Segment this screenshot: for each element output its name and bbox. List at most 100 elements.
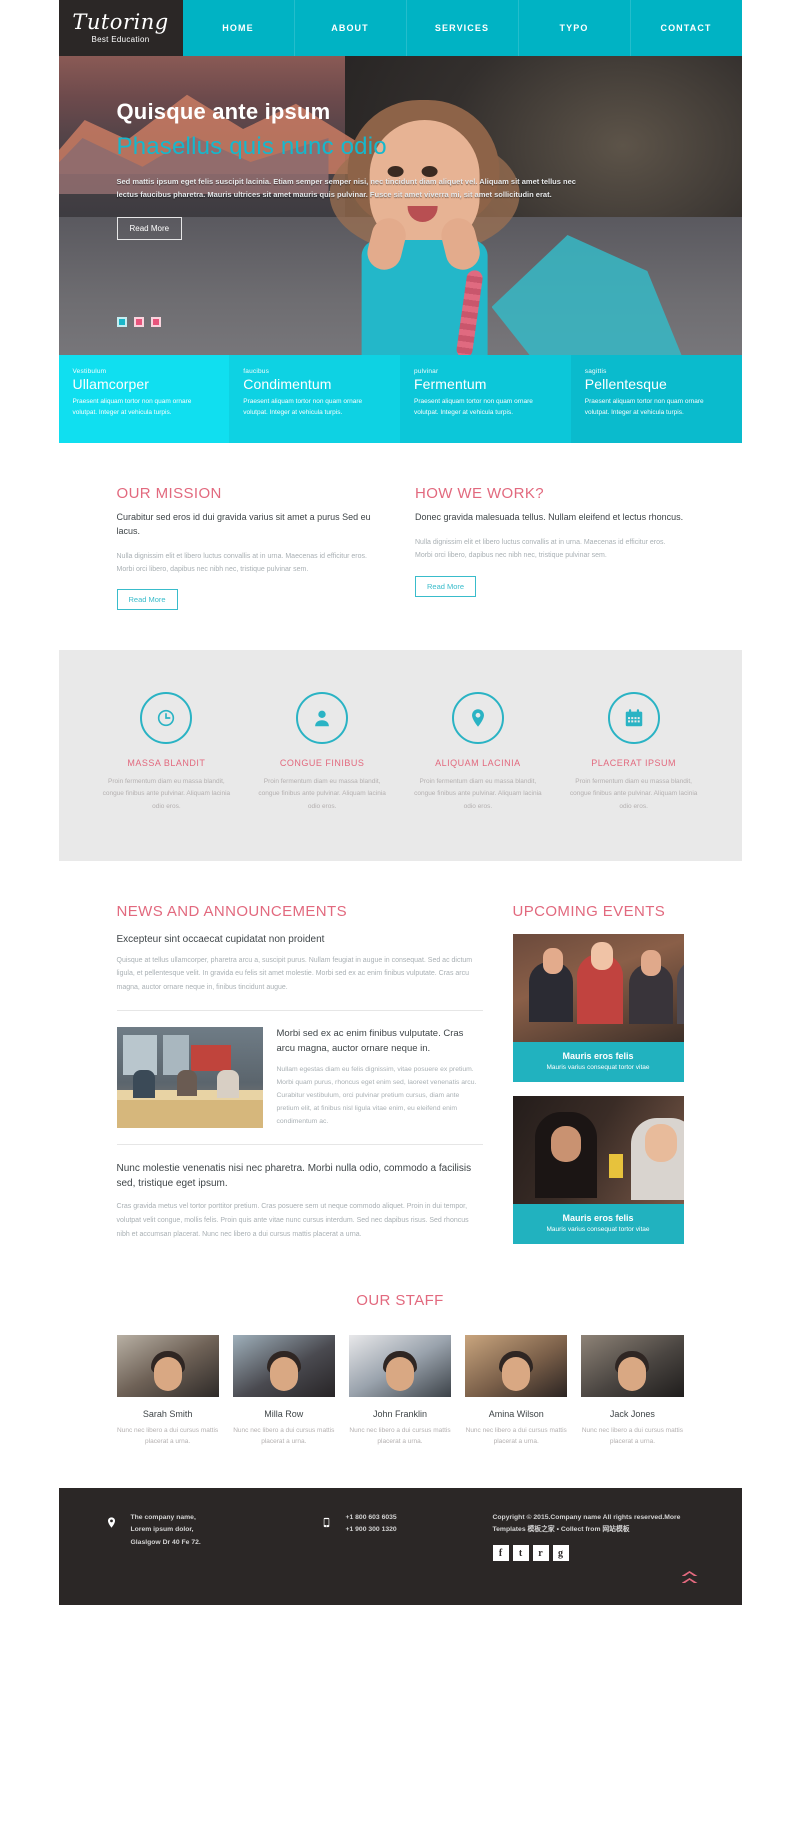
service-item-1[interactable]: MASSA BLANDIT Proin fermentum diam eu ma… (89, 692, 245, 812)
rss-icon[interactable]: r (532, 1545, 549, 1562)
staff-name: John Franklin (372, 1408, 428, 1419)
staff-name: Sarah Smith (142, 1408, 193, 1419)
service-item-2[interactable]: CONGUE FINIBUS Proin fermentum diam eu m… (244, 692, 400, 812)
feature-description: Praesent aliquam tortor non quam ornare … (72, 398, 192, 416)
nav-item-services[interactable]: SERVICES (407, 0, 519, 56)
hero-paragraph: Sed mattis ipsum eget felis suscipit lac… (116, 177, 576, 200)
staff-member-4[interactable]: Amina Wilson Nunc nec libero a dui cursu… (465, 1334, 568, 1448)
site-footer: The company name, Lorem ipsum dolor, Gla… (58, 1487, 742, 1606)
footer-phone-text: +1 800 603 6035 +1 900 300 1320 (345, 1513, 397, 1534)
staff-heading: OUR STAFF (356, 1291, 444, 1309)
calendar-icon (607, 692, 660, 745)
map-pin-icon (451, 692, 504, 745)
nav-item-contact[interactable]: CONTACT (631, 0, 742, 56)
feature-title: Pellentesque (584, 376, 667, 392)
service-item-3[interactable]: ALIQUAM LACINIA Proin fermentum diam eu … (400, 692, 556, 812)
news-and-events-section: NEWS AND ANNOUNCEMENTS Excepteur sint oc… (59, 861, 742, 1244)
twitter-icon[interactable]: t (512, 1545, 529, 1562)
service-title: MASSA BLANDIT (127, 758, 206, 769)
how-we-work-read-more-button[interactable]: Read More (415, 575, 477, 597)
staff-member-5[interactable]: Jack Jones Nunc nec libero a dui cursus … (581, 1334, 684, 1448)
feature-card-4[interactable]: sagittis Pellentesque Praesent aliquam t… (570, 355, 742, 443)
services-icon-section: MASSA BLANDIT Proin fermentum diam eu ma… (58, 650, 742, 861)
feature-title: Fermentum (414, 376, 487, 392)
footer-copyright-block: Copyright © 2015.Company name All rights… (492, 1512, 698, 1562)
footer-address-text: The company name, Lorem ipsum dolor, Gla… (130, 1513, 201, 1547)
how-we-work-lead: Donec gravida malesuada tellus. Nullam e… (415, 512, 684, 522)
feature-card-1[interactable]: Vestibulum Ullamcorper Praesent aliquam … (58, 355, 230, 443)
our-mission-body: Nulla dignissim elit et libero luctus co… (116, 552, 367, 574)
facebook-icon[interactable]: f (492, 1545, 509, 1562)
logo-tagline: Best Education (91, 35, 150, 44)
staff-photo (232, 1334, 335, 1397)
news-article-body: Nullam egestas diam eu felis dignissim, … (276, 1065, 477, 1125)
logo-title: Tutoring (72, 10, 169, 34)
news-article-1: Morbi sed ex ac enim finibus vulputate. … (116, 1027, 483, 1129)
news-heading: NEWS AND ANNOUNCEMENTS (116, 902, 347, 920)
service-title: CONGUE FINIBUS (279, 758, 365, 769)
news-subheading: Excepteur sint occaecat cupidatat non pr… (116, 933, 325, 945)
staff-description: Nunc nec libero a dui cursus mattis plac… (117, 1426, 219, 1446)
how-we-work-heading: HOW WE WORK? (415, 485, 544, 502)
footer-phone-block: +1 800 603 6035 +1 900 300 1320 (318, 1512, 493, 1537)
google-plus-icon[interactable]: g (552, 1545, 569, 1562)
service-item-4[interactable]: PLACERAT IPSUM Proin fermentum diam eu m… (556, 692, 712, 812)
site-header: Tutoring Best Education HOME ABOUT SERVI… (58, 0, 742, 56)
hero-title-primary: Quisque ante ipsum (116, 99, 331, 124)
events-column: UPCOMING EVENTS Mauris eros felis Mauris… (512, 903, 684, 1244)
event-card-1[interactable]: Mauris eros felis Mauris varius consequa… (512, 933, 684, 1082)
main-navigation: HOME ABOUT SERVICES TYPO CONTACT (183, 0, 742, 56)
scroll-to-top-icon[interactable] (682, 1571, 698, 1585)
staff-description: Nunc nec libero a dui cursus mattis plac… (349, 1426, 451, 1446)
our-mission-lead: Curabitur sed eros id dui gravida varius… (116, 512, 371, 536)
feature-card-2[interactable]: faucibus Condimentum Praesent aliquam to… (229, 355, 400, 443)
event-subtitle: Mauris varius consequat tortor vitae (546, 1063, 650, 1071)
nav-item-home[interactable]: HOME (183, 0, 295, 56)
news-article-title: Morbi sed ex ac enim finibus vulputate. … (276, 1028, 464, 1054)
hero-dot-1[interactable] (116, 317, 127, 327)
news-article-2: Nunc molestie venenatis nisi nec pharetr… (117, 1161, 483, 1241)
staff-photo (348, 1334, 452, 1397)
how-we-work-body: Nulla dignissim elit et libero luctus co… (415, 538, 666, 560)
event-card-2[interactable]: Mauris eros felis Mauris varius consequa… (512, 1095, 684, 1244)
staff-description: Nunc nec libero a dui cursus mattis plac… (233, 1426, 335, 1446)
staff-name: Jack Jones (609, 1408, 655, 1419)
feature-description: Praesent aliquam tortor non quam ornare … (414, 398, 533, 416)
hero-slider: Quisque ante ipsum Phasellus quis nunc o… (58, 56, 742, 355)
service-description: Proin fermentum diam eu massa blandit, c… (258, 778, 386, 810)
feature-supertitle: faucibus (243, 368, 270, 375)
how-we-work-column: HOW WE WORK? Donec gravida malesuada tel… (415, 485, 684, 610)
service-title: ALIQUAM LACINIA (435, 758, 521, 769)
event-title: Mauris eros felis (562, 1050, 634, 1061)
staff-member-2[interactable]: Milla Row Nunc nec libero a dui cursus m… (232, 1334, 335, 1448)
service-description: Proin fermentum diam eu massa blandit, c… (414, 778, 542, 810)
hero-read-more-button[interactable]: Read More (116, 217, 183, 241)
hero-dot-3[interactable] (150, 317, 161, 327)
nav-item-about[interactable]: ABOUT (295, 0, 407, 56)
news-column: NEWS AND ANNOUNCEMENTS Excepteur sint oc… (116, 902, 483, 1244)
feature-supertitle: Vestibulum (72, 368, 107, 375)
footer-social-links: f t r g (492, 1545, 698, 1562)
news-thumbnail-image[interactable] (116, 1027, 263, 1129)
hero-dot-2[interactable] (133, 317, 144, 327)
site-logo[interactable]: Tutoring Best Education (58, 0, 183, 56)
staff-photo (581, 1334, 684, 1397)
service-title: PLACERAT IPSUM (591, 758, 676, 769)
news-article-title: Nunc molestie venenatis nisi nec pharetr… (116, 1163, 472, 1190)
event-image (512, 1095, 684, 1204)
nav-item-typo[interactable]: TYPO (519, 0, 631, 56)
feature-title: Ullamcorper (72, 376, 150, 392)
location-pin-icon (103, 1512, 121, 1534)
staff-description: Nunc nec libero a dui cursus mattis plac… (581, 1426, 683, 1446)
feature-supertitle: pulvinar (414, 368, 439, 375)
staff-section: OUR STAFF Sarah Smith Nunc nec libero a … (59, 1244, 742, 1488)
staff-member-1[interactable]: Sarah Smith Nunc nec libero a dui cursus… (116, 1334, 219, 1448)
event-title: Mauris eros felis (562, 1212, 634, 1223)
feature-card-3[interactable]: pulvinar Fermentum Praesent aliquam tort… (400, 355, 571, 443)
event-caption: Mauris eros felis Mauris varius consequa… (512, 1041, 684, 1082)
staff-member-3[interactable]: John Franklin Nunc nec libero a dui curs… (348, 1334, 452, 1448)
our-mission-read-more-button[interactable]: Read More (116, 589, 178, 611)
staff-name: Amina Wilson (488, 1408, 544, 1419)
event-image (512, 933, 684, 1042)
divider (116, 1144, 483, 1146)
